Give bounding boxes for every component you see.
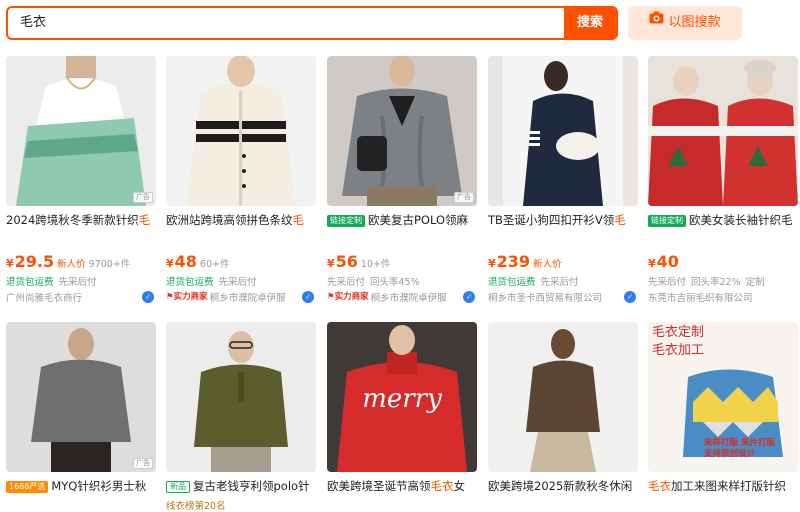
price-row: ¥29.5 新人价 9700+件 bbox=[6, 252, 131, 271]
custom-link-badge: 链接定制 bbox=[327, 215, 365, 227]
image-search-button[interactable]: 以图搜款 bbox=[628, 6, 742, 40]
price-row: ¥56 10+件 bbox=[327, 252, 391, 271]
product-image[interactable] bbox=[488, 56, 638, 206]
overlay-text: 来样打版 来片打版 支持原创设计 bbox=[704, 438, 775, 459]
ad-tag: 广告 bbox=[133, 192, 153, 203]
product-title[interactable]: 1688严选 MYQ针织衫男士秋 bbox=[6, 478, 156, 494]
ad-tag: 广告 bbox=[454, 192, 474, 203]
search-button[interactable]: 搜索 bbox=[564, 8, 616, 38]
price: 239 bbox=[496, 252, 531, 271]
shop-link-icon[interactable]: ✓ bbox=[142, 291, 154, 303]
power-merchant-badge: ⚑实力商家 bbox=[166, 292, 208, 302]
yanxuan-badge: 1688严选 bbox=[6, 481, 49, 493]
service-tags: 先采后付 回头率45% bbox=[327, 277, 420, 288]
service-tags: 退货包运费 先采后付 bbox=[488, 277, 579, 288]
shop-link-icon[interactable]: ✓ bbox=[463, 291, 475, 303]
overlay-text: 毛衣定制 毛衣加工 bbox=[652, 325, 705, 358]
camera-icon bbox=[649, 4, 664, 38]
product-image[interactable]: 毛衣定制 毛衣加工 来样打版 来片打版 支持原创设计 bbox=[648, 322, 798, 472]
product-image[interactable] bbox=[166, 56, 316, 206]
new-badge: 新品 bbox=[166, 481, 190, 493]
price-row: ¥40 bbox=[648, 252, 679, 271]
product-image[interactable]: 广告 bbox=[327, 56, 477, 206]
service-tags: 退货包运费 先采后付 bbox=[6, 277, 97, 288]
shop-name: 桐乡市濮院卓伊服 bbox=[370, 293, 447, 304]
shop-link-icon[interactable]: ✓ bbox=[302, 291, 314, 303]
image-search-label: 以图搜款 bbox=[668, 15, 721, 30]
sold-count: 9700+件 bbox=[88, 259, 131, 270]
shop-row[interactable]: ⚑实力商家 桐乡市濮院卓伊服 ✓ bbox=[166, 290, 316, 304]
price: 48 bbox=[174, 252, 197, 271]
product-image[interactable]: merry bbox=[327, 322, 477, 472]
product-image[interactable]: 广告 bbox=[6, 56, 156, 206]
product-title[interactable]: 毛衣加工来图来样打版针织 bbox=[648, 478, 798, 494]
price-row: ¥48 60+件 bbox=[166, 252, 230, 271]
ad-tag: 广告 bbox=[133, 458, 153, 469]
shop-name: 桐乡市濮院卓伊服 bbox=[209, 293, 286, 304]
product-title[interactable]: 欧美跨境圣诞节高领毛衣女 bbox=[327, 478, 477, 494]
product-image[interactable]: 广告 bbox=[6, 322, 156, 472]
product-title[interactable]: 链接定制 欧美复古POLO领麻 bbox=[327, 212, 477, 228]
sold-count: 10+件 bbox=[360, 259, 391, 270]
shop-row[interactable]: 东莞市吉丽毛织有限公司 bbox=[648, 290, 798, 304]
service-tags: 先采后付 回头率22% 定制 bbox=[648, 277, 765, 288]
price-tag: 新人价 bbox=[57, 259, 86, 270]
ranking-label[interactable]: 线衣榜第20名 bbox=[166, 498, 226, 512]
shop-link-icon[interactable]: ✓ bbox=[624, 291, 636, 303]
power-merchant-badge: ⚑实力商家 bbox=[327, 292, 369, 302]
product-title[interactable]: 欧美跨境2025新款秋冬休闲 bbox=[488, 478, 638, 494]
shop-row[interactable]: ⚑实力商家 桐乡市濮院卓伊服 ✓ bbox=[327, 290, 477, 304]
sold-count: 60+件 bbox=[199, 259, 230, 270]
shop-name: 桐乡市圣卡西贸易有限公司 bbox=[488, 293, 603, 304]
product-title[interactable]: 欧洲站跨境高领拼色条纹毛 bbox=[166, 212, 316, 228]
price: 29.5 bbox=[14, 252, 55, 271]
shop-row[interactable]: 桐乡市圣卡西贸易有限公司 ✓ bbox=[488, 290, 638, 304]
product-image[interactable] bbox=[488, 322, 638, 472]
price: 40 bbox=[656, 252, 679, 271]
search-bar[interactable]: 毛衣 搜索 bbox=[6, 6, 618, 40]
shop-row[interactable]: 广州尚雅毛衣商行 ✓ bbox=[6, 290, 156, 304]
shop-name: 广州尚雅毛衣商行 bbox=[6, 293, 83, 304]
service-tags: 退货包运费 先采后付 bbox=[166, 277, 257, 288]
shop-name: 东莞市吉丽毛织有限公司 bbox=[648, 293, 753, 304]
product-title[interactable]: 2024跨境秋冬季新款针织毛 bbox=[6, 212, 156, 228]
product-title[interactable]: TB圣诞小狗四扣开衫V领毛 bbox=[488, 212, 638, 228]
product-image[interactable] bbox=[166, 322, 316, 472]
price-tag: 新人价 bbox=[533, 259, 562, 270]
price-row: ¥239 新人价 bbox=[488, 252, 562, 271]
search-input[interactable]: 毛衣 bbox=[20, 8, 560, 38]
product-title[interactable]: 新品 复古老钱亨利领polo针 bbox=[166, 478, 316, 494]
product-title[interactable]: 链接定制 欧美女装长袖针织毛 bbox=[648, 212, 798, 228]
product-image[interactable] bbox=[648, 56, 798, 206]
price: 56 bbox=[335, 252, 358, 271]
svg-text:merry: merry bbox=[362, 384, 442, 414]
custom-link-badge: 链接定制 bbox=[648, 215, 686, 227]
